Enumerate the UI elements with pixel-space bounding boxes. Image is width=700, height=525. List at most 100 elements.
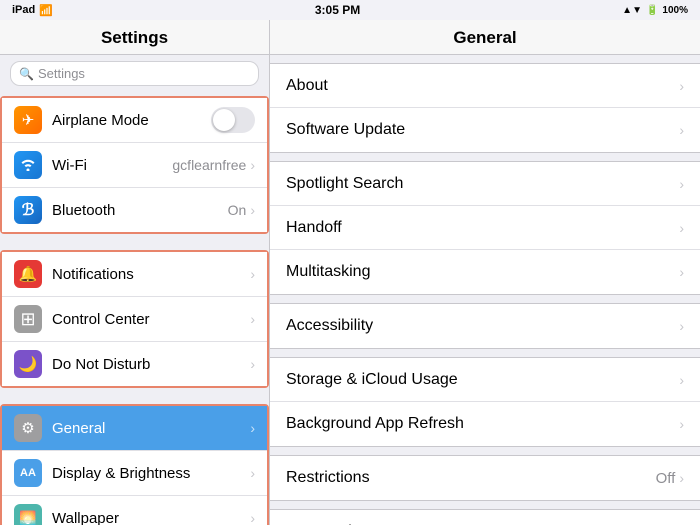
settings-group-general-bordered: ⚙ General › AA Display & Brightness › 🌅 … xyxy=(0,404,269,525)
right-item-restrictions[interactable]: Restrictions Off › xyxy=(270,456,700,500)
notifications-label: Notifications xyxy=(52,266,250,283)
signal-icon: ▲▼ xyxy=(622,5,642,16)
display-label: Display & Brightness xyxy=(52,465,250,482)
right-item-about[interactable]: About › xyxy=(270,64,700,108)
about-chevron: › xyxy=(679,78,684,94)
settings-list: ✈ Airplane Mode Wi-Fi xyxy=(0,92,269,525)
wifi-icon xyxy=(14,151,42,179)
airplane-icon: ✈ xyxy=(14,106,42,134)
control-center-chevron: › xyxy=(250,311,255,327)
general-label: General xyxy=(52,420,250,437)
left-panel: Settings 🔍 Settings ✈ Airplane Mode xyxy=(0,20,270,525)
status-bar: iPad 📶 3:05 PM ▲▼ 🔋 100% xyxy=(0,0,700,20)
restrictions-label: Restrictions xyxy=(286,469,656,487)
status-left: iPad 📶 xyxy=(12,4,53,17)
right-group-storage: Storage & iCloud Usage › Background App … xyxy=(270,357,700,447)
about-label: About xyxy=(286,77,679,95)
bg-refresh-label: Background App Refresh xyxy=(286,415,679,433)
main-layout: Settings 🔍 Settings ✈ Airplane Mode xyxy=(0,20,700,525)
notifications-chevron: › xyxy=(250,266,255,282)
bluetooth-icon: ℬ xyxy=(14,196,42,224)
storage-label: Storage & iCloud Usage xyxy=(286,371,679,389)
sidebar-item-bluetooth[interactable]: ℬ Bluetooth On › xyxy=(2,188,267,232)
settings-group-notifications: 🔔 Notifications › ⊞ Control Center › 🌙 D… xyxy=(0,250,269,388)
search-bar[interactable]: 🔍 Settings xyxy=(0,55,269,92)
right-item-spotlight[interactable]: Spotlight Search › xyxy=(270,162,700,206)
settings-group-network-bordered: ✈ Airplane Mode Wi-Fi xyxy=(0,96,269,234)
right-group-datetime: Date & Time › Keyboard › xyxy=(270,509,700,525)
airplane-label: Airplane Mode xyxy=(52,112,211,129)
wallpaper-icon: 🌅 xyxy=(14,504,42,525)
general-icon: ⚙ xyxy=(14,414,42,442)
sidebar-item-wifi[interactable]: Wi-Fi gcflearnfree › xyxy=(2,143,267,188)
right-panel-title: General xyxy=(453,28,516,47)
battery-label: 100% xyxy=(662,5,688,16)
right-item-multitasking[interactable]: Multitasking › xyxy=(270,250,700,294)
sidebar-item-notifications[interactable]: 🔔 Notifications › xyxy=(2,252,267,297)
search-icon: 🔍 xyxy=(19,67,34,81)
software-update-chevron: › xyxy=(679,122,684,138)
divider-1 xyxy=(0,238,269,246)
right-panel: General About › Software Update › Spotli… xyxy=(270,20,700,525)
bluetooth-chevron: › xyxy=(250,202,255,218)
sidebar-item-do-not-disturb[interactable]: 🌙 Do Not Disturb › xyxy=(2,342,267,386)
right-item-accessibility[interactable]: Accessibility › xyxy=(270,304,700,348)
display-icon: AA xyxy=(14,459,42,487)
battery-icon: 🔋 xyxy=(646,5,658,16)
handoff-label: Handoff xyxy=(286,219,679,237)
right-group-restrictions: Restrictions Off › xyxy=(270,455,700,501)
wallpaper-label: Wallpaper xyxy=(52,510,250,525)
search-input-wrap[interactable]: 🔍 Settings xyxy=(10,61,259,86)
restrictions-value: Off xyxy=(656,470,676,487)
spotlight-label: Spotlight Search xyxy=(286,175,679,193)
toggle-knob xyxy=(213,109,235,131)
do-not-disturb-icon: 🌙 xyxy=(14,350,42,378)
left-panel-title: Settings xyxy=(101,28,168,47)
spotlight-chevron: › xyxy=(679,176,684,192)
storage-chevron: › xyxy=(679,372,684,388)
sidebar-item-airplane[interactable]: ✈ Airplane Mode xyxy=(2,98,267,143)
left-header: Settings xyxy=(0,20,269,55)
settings-group-general: ⚙ General › AA Display & Brightness › 🌅 … xyxy=(0,404,269,525)
multitasking-chevron: › xyxy=(679,264,684,280)
restrictions-chevron: › xyxy=(679,470,684,486)
sidebar-item-wallpaper[interactable]: 🌅 Wallpaper › xyxy=(2,496,267,525)
control-center-label: Control Center xyxy=(52,311,250,328)
divider-2 xyxy=(0,392,269,400)
bluetooth-label: Bluetooth xyxy=(52,202,228,219)
accessibility-chevron: › xyxy=(679,318,684,334)
wifi-chevron: › xyxy=(250,157,255,173)
sidebar-item-control-center[interactable]: ⊞ Control Center › xyxy=(2,297,267,342)
status-time: 3:05 PM xyxy=(315,3,360,17)
right-group-spotlight: Spotlight Search › Handoff › Multitaskin… xyxy=(270,161,700,295)
status-right: ▲▼ 🔋 100% xyxy=(622,5,688,16)
sidebar-item-display[interactable]: AA Display & Brightness › xyxy=(2,451,267,496)
right-item-datetime[interactable]: Date & Time › xyxy=(270,510,700,525)
airplane-toggle[interactable] xyxy=(211,107,255,133)
right-item-handoff[interactable]: Handoff › xyxy=(270,206,700,250)
bg-refresh-chevron: › xyxy=(679,416,684,432)
right-item-software-update[interactable]: Software Update › xyxy=(270,108,700,152)
search-input[interactable]: Settings xyxy=(38,66,85,81)
notifications-icon: 🔔 xyxy=(14,260,42,288)
handoff-chevron: › xyxy=(679,220,684,236)
settings-group-notifications-bordered: 🔔 Notifications › ⊞ Control Center › 🌙 D… xyxy=(0,250,269,388)
wallpaper-chevron: › xyxy=(250,510,255,525)
software-update-label: Software Update xyxy=(286,121,679,139)
general-chevron: › xyxy=(250,420,255,436)
ipad-label: iPad xyxy=(12,4,35,16)
right-item-bg-refresh[interactable]: Background App Refresh › xyxy=(270,402,700,446)
right-header: General xyxy=(270,20,700,55)
sidebar-item-general[interactable]: ⚙ General › xyxy=(2,406,267,451)
wifi-label: Wi-Fi xyxy=(52,157,172,174)
control-center-icon: ⊞ xyxy=(14,305,42,333)
right-group-accessibility: Accessibility › xyxy=(270,303,700,349)
settings-group-network: ✈ Airplane Mode Wi-Fi xyxy=(0,96,269,234)
right-group-about: About › Software Update › xyxy=(270,63,700,153)
bluetooth-value: On xyxy=(228,202,247,218)
multitasking-label: Multitasking xyxy=(286,263,679,281)
right-item-storage[interactable]: Storage & iCloud Usage › xyxy=(270,358,700,402)
display-chevron: › xyxy=(250,465,255,481)
wifi-status-icon: 📶 xyxy=(39,4,53,17)
do-not-disturb-label: Do Not Disturb xyxy=(52,356,250,373)
